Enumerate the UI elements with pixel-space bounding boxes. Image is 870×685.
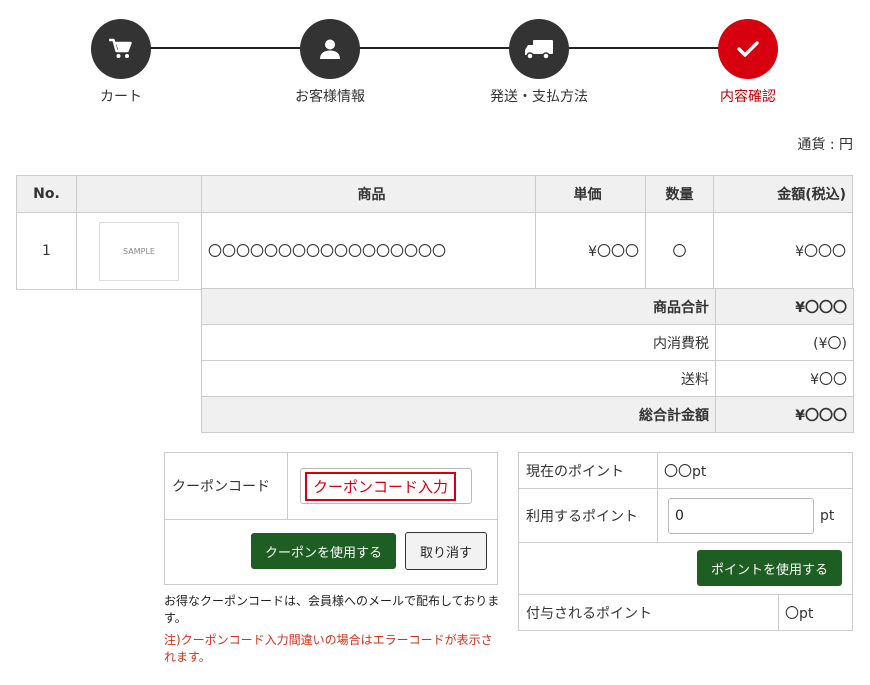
step-confirm: 内容確認 [678, 19, 818, 106]
use-points-button[interactable]: ポイントを使用する [697, 550, 842, 586]
coupon-actions: クーポンを使用する 取り消す [165, 520, 497, 585]
summary-label: 総合計金額 [201, 396, 716, 433]
quantity: 〇 [645, 212, 714, 290]
user-icon [300, 19, 360, 79]
column-header-amount: 金額(税込) [713, 175, 853, 213]
summary-row-total: 総合計金額 ¥〇〇〇 [201, 396, 854, 433]
points-unit: pt [820, 507, 835, 524]
table-row: 1 SAMPLE 〇〇〇〇〇〇〇〇〇〇〇〇〇〇〇〇〇 ¥〇〇〇 〇 ¥〇〇〇 [16, 212, 853, 290]
points-row-use: 利用するポイント 0 pt [519, 489, 852, 543]
column-header-image [76, 175, 202, 213]
current-points-label: 現在のポイント [519, 453, 658, 488]
coupon-input-wrap: クーポンコード入力 [288, 453, 497, 519]
summary-label: 商品合計 [201, 288, 716, 325]
coupon-code-input[interactable]: クーポンコード入力 [300, 468, 472, 504]
use-points-field: 0 pt [658, 489, 834, 542]
points-panel: 現在のポイント 〇〇pt 利用するポイント 0 pt ポイントを使用する 付与さ… [518, 452, 853, 631]
product-image-cell: SAMPLE [76, 212, 202, 290]
step-label: 発送・支払方法 [490, 89, 588, 105]
summary-value: ¥〇〇〇 [715, 288, 854, 325]
currency-label: 通貨 : 円 [797, 137, 853, 153]
product-name[interactable]: 〇〇〇〇〇〇〇〇〇〇〇〇〇〇〇〇〇 [201, 212, 536, 290]
summary-value: ¥〇〇〇 [715, 396, 854, 433]
truck-icon [509, 19, 569, 79]
step-customer-info: お客様情報 [260, 19, 400, 106]
summary-label: 送料 [201, 360, 716, 397]
summary-row-tax: 内消費税 (¥〇) [201, 324, 854, 361]
summary-row-subtotal: 商品合計 ¥〇〇〇 [201, 288, 854, 325]
use-coupon-button[interactable]: クーポンを使用する [251, 533, 396, 569]
step-label: カート [100, 89, 142, 105]
granted-points-value: 〇pt [785, 605, 814, 622]
cart-table: No. 商品 単価 数量 金額(税込) 1 SAMPLE 〇〇〇〇〇〇〇〇〇〇〇… [16, 175, 853, 290]
column-header-unit-price: 単価 [535, 175, 646, 213]
step-line [121, 47, 749, 49]
cart-icon [91, 19, 151, 79]
step-label: お客様情報 [295, 89, 365, 105]
summary-label: 内消費税 [201, 324, 716, 361]
use-points-input[interactable]: 0 [668, 497, 814, 534]
coupon-label: クーポンコード [165, 453, 288, 519]
step-shipping-payment: 発送・支払方法 [469, 19, 609, 106]
table-header-row: No. 商品 単価 数量 金額(税込) [16, 175, 853, 213]
order-summary: 商品合計 ¥〇〇〇 内消費税 (¥〇) 送料 ¥〇〇 総合計金額 ¥〇〇〇 [201, 288, 854, 433]
coupon-row: クーポンコード クーポンコード入力 [165, 453, 497, 520]
step-label: 内容確認 [720, 89, 776, 105]
row-no: 1 [16, 212, 77, 290]
coupon-panel: クーポンコード クーポンコード入力 クーポンを使用する 取り消す [164, 452, 498, 585]
check-icon [718, 19, 778, 79]
column-header-product: 商品 [201, 175, 536, 213]
points-row-button: ポイントを使用する [519, 543, 852, 595]
points-row-granted: 付与されるポイント 〇pt [519, 595, 852, 630]
amount: ¥〇〇〇 [713, 212, 853, 290]
summary-value: (¥〇) [715, 324, 854, 361]
points-row-current: 現在のポイント 〇〇pt [519, 453, 852, 489]
column-header-no: No. [16, 175, 77, 213]
column-header-quantity: 数量 [645, 175, 714, 213]
checkout-steps: カート お客様情報 発送・支払方法 内容確認 [0, 0, 870, 120]
summary-row-shipping: 送料 ¥〇〇 [201, 360, 854, 397]
coupon-warning: 注)クーポンコード入力間違いの場合はエラーコードが表示されます。 [164, 633, 493, 664]
unit-price: ¥〇〇〇 [535, 212, 646, 290]
product-image[interactable]: SAMPLE [99, 221, 179, 281]
coupon-input-text: クーポンコード入力 [305, 471, 457, 501]
current-points-value: 〇〇pt [664, 463, 707, 480]
use-points-label: 利用するポイント [519, 489, 658, 542]
step-cart: カート [51, 19, 191, 106]
cancel-coupon-button[interactable]: 取り消す [405, 532, 487, 570]
granted-points-label: 付与されるポイント [519, 595, 779, 630]
summary-value: ¥〇〇 [715, 360, 854, 397]
coupon-note: お得なクーポンコードは、会員様へのメールで配布しております。 [164, 594, 500, 625]
